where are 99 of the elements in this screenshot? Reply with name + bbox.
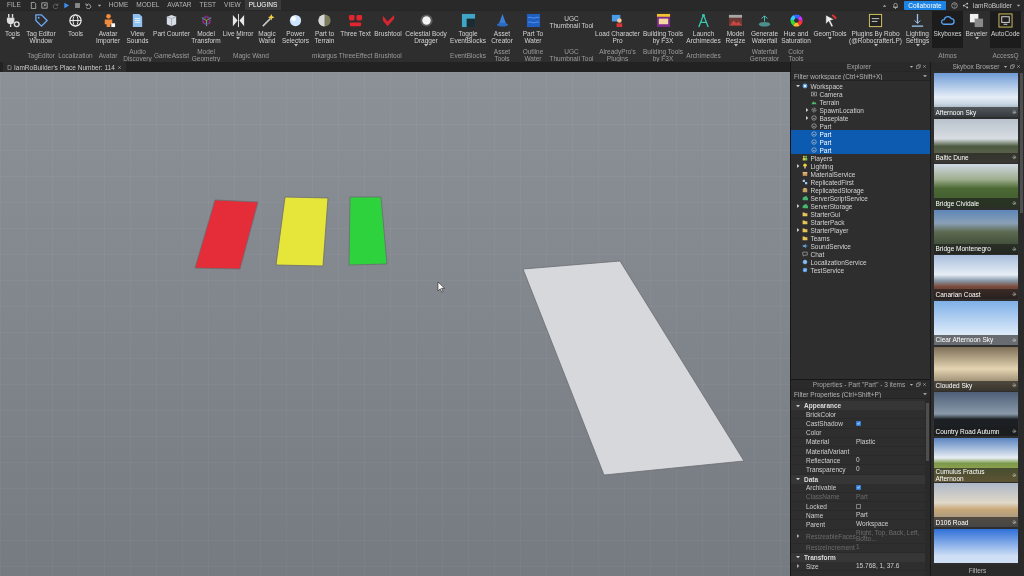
float-window-icon[interactable] (1009, 64, 1015, 69)
photo-placeholder[interactable] (934, 392, 1018, 437)
help-icon[interactable] (950, 1, 958, 9)
cloud-icon (940, 13, 955, 28)
circle-icon (811, 131, 817, 137)
box-icon (802, 171, 808, 177)
gear-icon[interactable] (1012, 200, 1017, 206)
close-icon[interactable] (922, 64, 927, 69)
photo-placeholder[interactable] (934, 209, 1018, 254)
scrollbar[interactable] (1019, 71, 1024, 565)
wizard-hat-icon (494, 13, 510, 28)
mirror-icon (230, 13, 246, 28)
globe-icon (802, 83, 808, 89)
circle-icon (811, 139, 817, 145)
caret-icon[interactable] (909, 64, 914, 69)
close-icon[interactable] (922, 382, 927, 387)
photo-placeholder[interactable] (934, 300, 1018, 345)
share-icon[interactable] (961, 1, 969, 9)
cube-icon (164, 13, 179, 28)
fountain-icon (757, 13, 772, 28)
speaker-icon (802, 243, 808, 249)
gear-icon[interactable] (1012, 155, 1017, 160)
scrollbar[interactable] (925, 399, 930, 576)
gear-icon[interactable] (1012, 109, 1017, 115)
check-icon (802, 267, 808, 273)
caret-icon[interactable] (1003, 64, 1008, 69)
circle-icon (811, 115, 817, 121)
bell-icon[interactable] (892, 1, 900, 9)
caret-icon[interactable] (923, 392, 927, 396)
gear-icon (811, 107, 817, 113)
image-icon (728, 13, 743, 28)
people-icon (802, 155, 808, 161)
collapsed-arrow-icon[interactable] (805, 116, 809, 120)
photo-placeholder[interactable] (934, 255, 1018, 300)
gear-icon[interactable] (1012, 428, 1017, 434)
float-window-icon[interactable] (915, 64, 921, 69)
monitor-icon (998, 13, 1013, 28)
photo-placeholder[interactable] (934, 346, 1018, 391)
gear-icon[interactable] (1012, 383, 1017, 388)
chest-icon (802, 187, 808, 193)
chat-bubble-icon (802, 251, 808, 257)
globe-icon (802, 259, 808, 265)
caret-icon[interactable] (923, 74, 927, 78)
circle-icon (811, 147, 817, 153)
bulb-icon (802, 163, 808, 169)
caret-icon[interactable] (909, 382, 914, 387)
checkbox[interactable] (856, 503, 861, 509)
water-tile-icon (525, 13, 541, 28)
circle-icon (811, 123, 817, 129)
scrollbar-thumb[interactable] (926, 403, 929, 461)
mouse-cursor-icon (437, 281, 445, 293)
squares-icon (969, 13, 984, 28)
toolbox-icon (655, 13, 671, 28)
pointer-icon (822, 13, 838, 28)
plug-icon (5, 13, 20, 28)
photo-placeholder[interactable] (934, 118, 1018, 163)
checkbox[interactable] (856, 420, 861, 426)
window-icon[interactable] (40, 1, 48, 9)
glowing-dot-icon (418, 13, 434, 28)
gear-icon[interactable] (1012, 520, 1017, 525)
half-sphere-icon (317, 13, 332, 28)
close-icon[interactable] (1016, 64, 1021, 69)
document-icon (130, 13, 145, 28)
collapsed-arrow-icon[interactable] (796, 164, 800, 168)
logo-icon (348, 13, 363, 28)
globe-icon (68, 13, 83, 28)
squares-icon (802, 179, 808, 185)
tile-icon (868, 13, 883, 28)
checkbox[interactable] (856, 485, 861, 491)
camera-icon (811, 91, 817, 97)
tag-icon (33, 13, 49, 28)
magic-wand-icon (259, 13, 275, 28)
color-wheel-icon (788, 13, 804, 28)
arrow-down-icon (910, 13, 925, 28)
float-window-icon[interactable] (915, 382, 921, 387)
collapsed-arrow-icon[interactable] (796, 204, 800, 208)
compass-icon (696, 13, 711, 28)
collapsed-arrow-icon[interactable] (805, 108, 809, 112)
document-icon (7, 64, 12, 70)
sphere-icon (288, 13, 303, 28)
scrollbar-thumb[interactable] (1020, 73, 1023, 213)
photo-placeholder[interactable] (934, 528, 1018, 563)
photo-placeholder[interactable] (934, 437, 1018, 482)
square-icon (460, 13, 476, 28)
close-icon[interactable] (116, 64, 122, 70)
collapsed-arrow-icon[interactable] (796, 228, 800, 232)
gear-icon[interactable] (1012, 472, 1017, 477)
gear-icon[interactable] (1012, 292, 1017, 297)
photo-placeholder[interactable] (934, 73, 1018, 117)
gear-icon[interactable] (1012, 246, 1017, 252)
photo-placeholder[interactable] (934, 164, 1018, 209)
expanded-arrow-icon[interactable] (796, 84, 800, 88)
photo-placeholder[interactable] (934, 483, 1018, 528)
undo-icon[interactable] (84, 1, 92, 9)
character-icon (610, 13, 625, 28)
zigzag-icon (380, 13, 396, 28)
mountain-icon (811, 99, 817, 105)
collapsed-arrow-icon[interactable] (796, 564, 800, 569)
new-file-icon[interactable] (29, 1, 37, 9)
